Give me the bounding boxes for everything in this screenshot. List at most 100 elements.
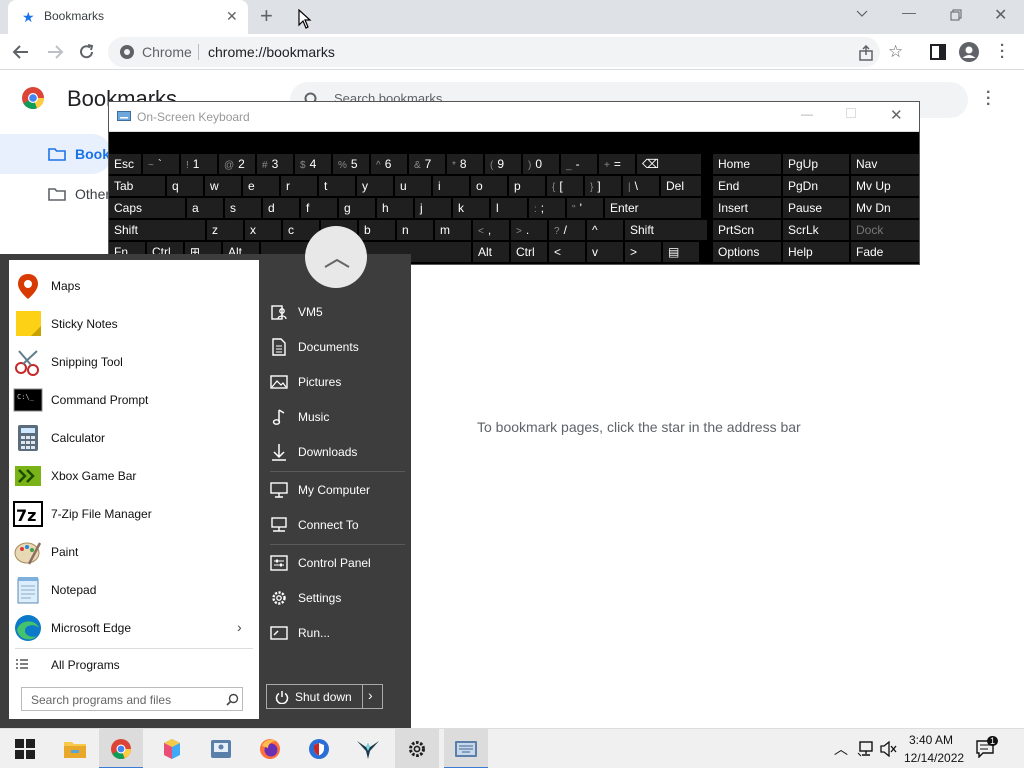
app-7zip[interactable]: 7z 7-Zip File Manager — [9, 495, 259, 533]
place-pictures[interactable]: Pictures — [270, 365, 410, 399]
taskbar-firefox[interactable] — [248, 729, 292, 768]
place-settings[interactable]: Settings — [270, 581, 410, 615]
osk-key[interactable]: x — [245, 220, 281, 240]
taskbar-app-cube[interactable] — [150, 729, 194, 768]
osk-key[interactable]: j — [415, 198, 451, 218]
chrome-menu-icon[interactable]: · · · — [1000, 38, 1005, 65]
osk-key[interactable]: ^ — [587, 220, 623, 240]
clock-time[interactable]: 3:40 AM — [909, 733, 953, 747]
osk-key[interactable]: g — [339, 198, 375, 218]
osk-key[interactable]: (9 — [485, 154, 521, 174]
folder-other-bookmarks[interactable]: Other — [0, 176, 110, 212]
osk-key[interactable]: l — [491, 198, 527, 218]
osk-maximize-icon[interactable] — [846, 108, 856, 118]
place-connect-to[interactable]: Connect To — [270, 508, 410, 542]
osk-key[interactable]: f — [301, 198, 337, 218]
tray-overflow-chevron-icon[interactable]: ︿ — [834, 739, 848, 759]
taskbar-app-wings[interactable] — [346, 729, 390, 768]
osk-key[interactable]: y — [357, 176, 393, 196]
app-microsoft-edge[interactable]: Microsoft Edge › — [9, 609, 259, 647]
osk-nav-key[interactable]: Pause — [783, 198, 849, 218]
osk-key[interactable]: }] — [585, 176, 621, 196]
app-command-prompt[interactable]: C:\_ Command Prompt — [9, 381, 259, 419]
back-arrow-icon[interactable] — [12, 44, 30, 60]
osk-key[interactable]: ! 1 — [181, 154, 217, 174]
osk-key[interactable]: h — [377, 198, 413, 218]
place-control-panel[interactable]: Control Panel — [270, 546, 410, 580]
osk-key[interactable]: s — [225, 198, 261, 218]
osk-nav-key[interactable]: Mv Up — [851, 176, 919, 196]
osk-key[interactable]: #3 — [257, 154, 293, 174]
osk-key[interactable]: d — [263, 198, 299, 218]
osk-nav-key[interactable]: Fade — [851, 242, 919, 262]
osk-key[interactable]: >. — [511, 220, 547, 240]
tab-bookmarks[interactable]: ★ Bookmarks ✕ — [8, 0, 248, 34]
osk-nav-key[interactable]: Options — [713, 242, 781, 262]
place-run[interactable]: Run... — [270, 616, 410, 650]
bookmark-star-icon[interactable]: ☆ — [888, 42, 903, 62]
notification-center-button[interactable]: 1 — [976, 736, 999, 759]
osk-nav-key[interactable]: Mv Dn — [851, 198, 919, 218]
app-maps[interactable]: Maps — [9, 267, 259, 305]
start-button[interactable] — [3, 729, 47, 768]
osk-key[interactable]: & 7 — [409, 154, 445, 174]
side-panel-icon[interactable] — [930, 44, 946, 60]
shutdown-options-chevron-icon[interactable]: › — [368, 687, 373, 703]
osk-key[interactable]: i — [433, 176, 469, 196]
osk-titlebar[interactable]: On-Screen Keyboard — ✕ — [109, 102, 919, 132]
osk-nav-key[interactable]: Home — [713, 154, 781, 174]
osk-key[interactable]: + = — [599, 154, 635, 174]
user-avatar[interactable] — [305, 226, 367, 288]
place-my-computer[interactable]: My Computer — [270, 473, 410, 507]
osk-key[interactable]: Shift — [109, 220, 205, 240]
tab-search-icon[interactable] — [856, 10, 868, 18]
app-calculator[interactable]: Calculator — [9, 419, 259, 457]
osk-key[interactable]: Tab — [109, 176, 165, 196]
osk-nav-key[interactable]: Nav — [851, 154, 919, 174]
osk-nav-key[interactable]: Help — [783, 242, 849, 262]
osk-key[interactable]: ~ ` — [143, 154, 179, 174]
omnibox-url[interactable]: chrome://bookmarks — [208, 44, 335, 60]
share-icon[interactable] — [858, 45, 874, 61]
osk-key[interactable]: Caps — [109, 198, 185, 218]
clock-date[interactable]: 12/14/2022 — [904, 751, 964, 765]
osk-key[interactable]: < — [549, 242, 585, 262]
all-programs-item[interactable]: All Programs — [9, 652, 259, 678]
osk-key[interactable]: Alt — [473, 242, 509, 262]
osk-key[interactable]: " ' — [567, 198, 603, 218]
osk-key[interactable]: Ctrl — [511, 242, 547, 262]
osk-key[interactable]: n — [397, 220, 433, 240]
more-options-icon[interactable]: · · · — [986, 85, 991, 113]
osk-key[interactable]: ⌫ — [637, 154, 701, 174]
osk-key[interactable]: k — [453, 198, 489, 218]
network-icon[interactable] — [857, 741, 875, 757]
osk-key[interactable]: m — [435, 220, 471, 240]
close-window-icon[interactable]: ✕ — [994, 5, 1007, 25]
osk-nav-key[interactable]: PgDn — [783, 176, 849, 196]
osk-key[interactable]: $4 — [295, 154, 331, 174]
app-paint[interactable]: Paint — [9, 533, 259, 571]
app-notepad[interactable]: Notepad — [9, 571, 259, 609]
osk-key[interactable]: ▤ — [663, 242, 699, 262]
taskbar-on-screen-keyboard[interactable] — [444, 729, 488, 768]
osk-minimize-icon[interactable]: — — [801, 107, 813, 121]
osk-key[interactable]: % 5 — [333, 154, 369, 174]
osk-nav-key[interactable]: PgUp — [783, 154, 849, 174]
taskbar-file-explorer[interactable] — [53, 729, 97, 768]
osk-key[interactable]: ) 0 — [523, 154, 559, 174]
restore-icon[interactable] — [950, 9, 962, 21]
osk-key[interactable]: r — [281, 176, 317, 196]
osk-key[interactable]: a — [187, 198, 223, 218]
start-search-field[interactable]: Search programs and files — [21, 687, 243, 711]
osk-key[interactable]: <, — [473, 220, 509, 240]
address-bar[interactable]: Chrome chrome://bookmarks ☆ — [108, 37, 903, 67]
osk-nav-key[interactable]: End — [713, 176, 781, 196]
osk-key[interactable]: {[ — [547, 176, 583, 196]
app-snipping-tool[interactable]: Snipping Tool — [9, 343, 259, 381]
osk-key[interactable]: t — [319, 176, 355, 196]
osk-key[interactable]: _ - — [561, 154, 597, 174]
osk-key[interactable]: Esc — [109, 154, 141, 174]
osk-key[interactable]: o — [471, 176, 507, 196]
osk-key[interactable]: :; — [529, 198, 565, 218]
close-tab-icon[interactable]: ✕ — [226, 8, 238, 25]
